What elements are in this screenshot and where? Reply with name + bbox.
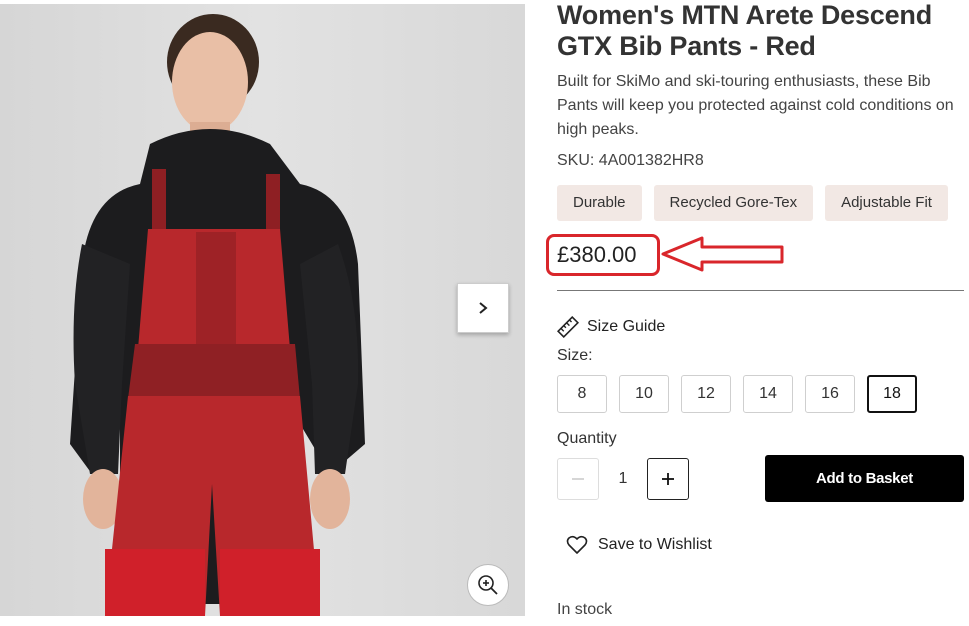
chevron-right-icon xyxy=(479,302,488,314)
size-guide-label: Size Guide xyxy=(587,318,666,335)
wishlist-label: Save to Wishlist xyxy=(598,536,712,553)
plus-icon xyxy=(662,473,674,485)
quantity-increase-button[interactable] xyxy=(647,458,689,500)
zoom-button[interactable] xyxy=(467,564,509,606)
size-label: Size: xyxy=(557,347,593,364)
size-option-14[interactable]: 14 xyxy=(743,375,793,413)
size-option-10[interactable]: 10 xyxy=(619,375,669,413)
annotation-arrow-icon xyxy=(661,236,784,272)
zoom-in-icon xyxy=(478,575,498,595)
feature-tags: Durable Recycled Gore-Tex Adjustable Fit xyxy=(557,185,948,221)
heart-icon xyxy=(566,535,588,554)
size-option-18[interactable]: 18 xyxy=(867,375,917,413)
size-option-12[interactable]: 12 xyxy=(681,375,731,413)
tag-adjustable-fit: Adjustable Fit xyxy=(825,185,948,221)
quantity-value[interactable]: 1 xyxy=(599,458,647,500)
ruler-icon xyxy=(557,316,579,338)
minus-icon xyxy=(572,478,584,480)
stock-status: In stock xyxy=(557,601,613,618)
product-sku: SKU: 4A001382HR8 xyxy=(557,152,704,169)
product-price: £380.00 xyxy=(557,242,637,267)
size-option-16[interactable]: 16 xyxy=(805,375,855,413)
size-option-8[interactable]: 8 xyxy=(557,375,607,413)
size-options: 8 10 12 14 16 18 xyxy=(557,375,917,413)
next-image-button[interactable] xyxy=(457,283,509,333)
tag-durable: Durable xyxy=(557,185,642,221)
quantity-decrease-button[interactable] xyxy=(557,458,599,500)
product-description: Built for SkiMo and ski-touring enthusia… xyxy=(557,73,954,138)
save-to-wishlist-button[interactable]: Save to Wishlist xyxy=(566,535,712,555)
quantity-label: Quantity xyxy=(557,430,617,447)
size-guide-link[interactable]: Size Guide xyxy=(557,316,665,338)
product-photo xyxy=(0,4,525,616)
add-to-basket-button[interactable]: Add to Basket xyxy=(765,455,964,502)
product-gallery xyxy=(0,4,525,616)
divider xyxy=(557,290,964,291)
product-title: Women's MTN Arete Descend GTX Bib Pants … xyxy=(557,0,933,61)
tag-recycled-gore-tex: Recycled Gore-Tex xyxy=(653,185,814,221)
